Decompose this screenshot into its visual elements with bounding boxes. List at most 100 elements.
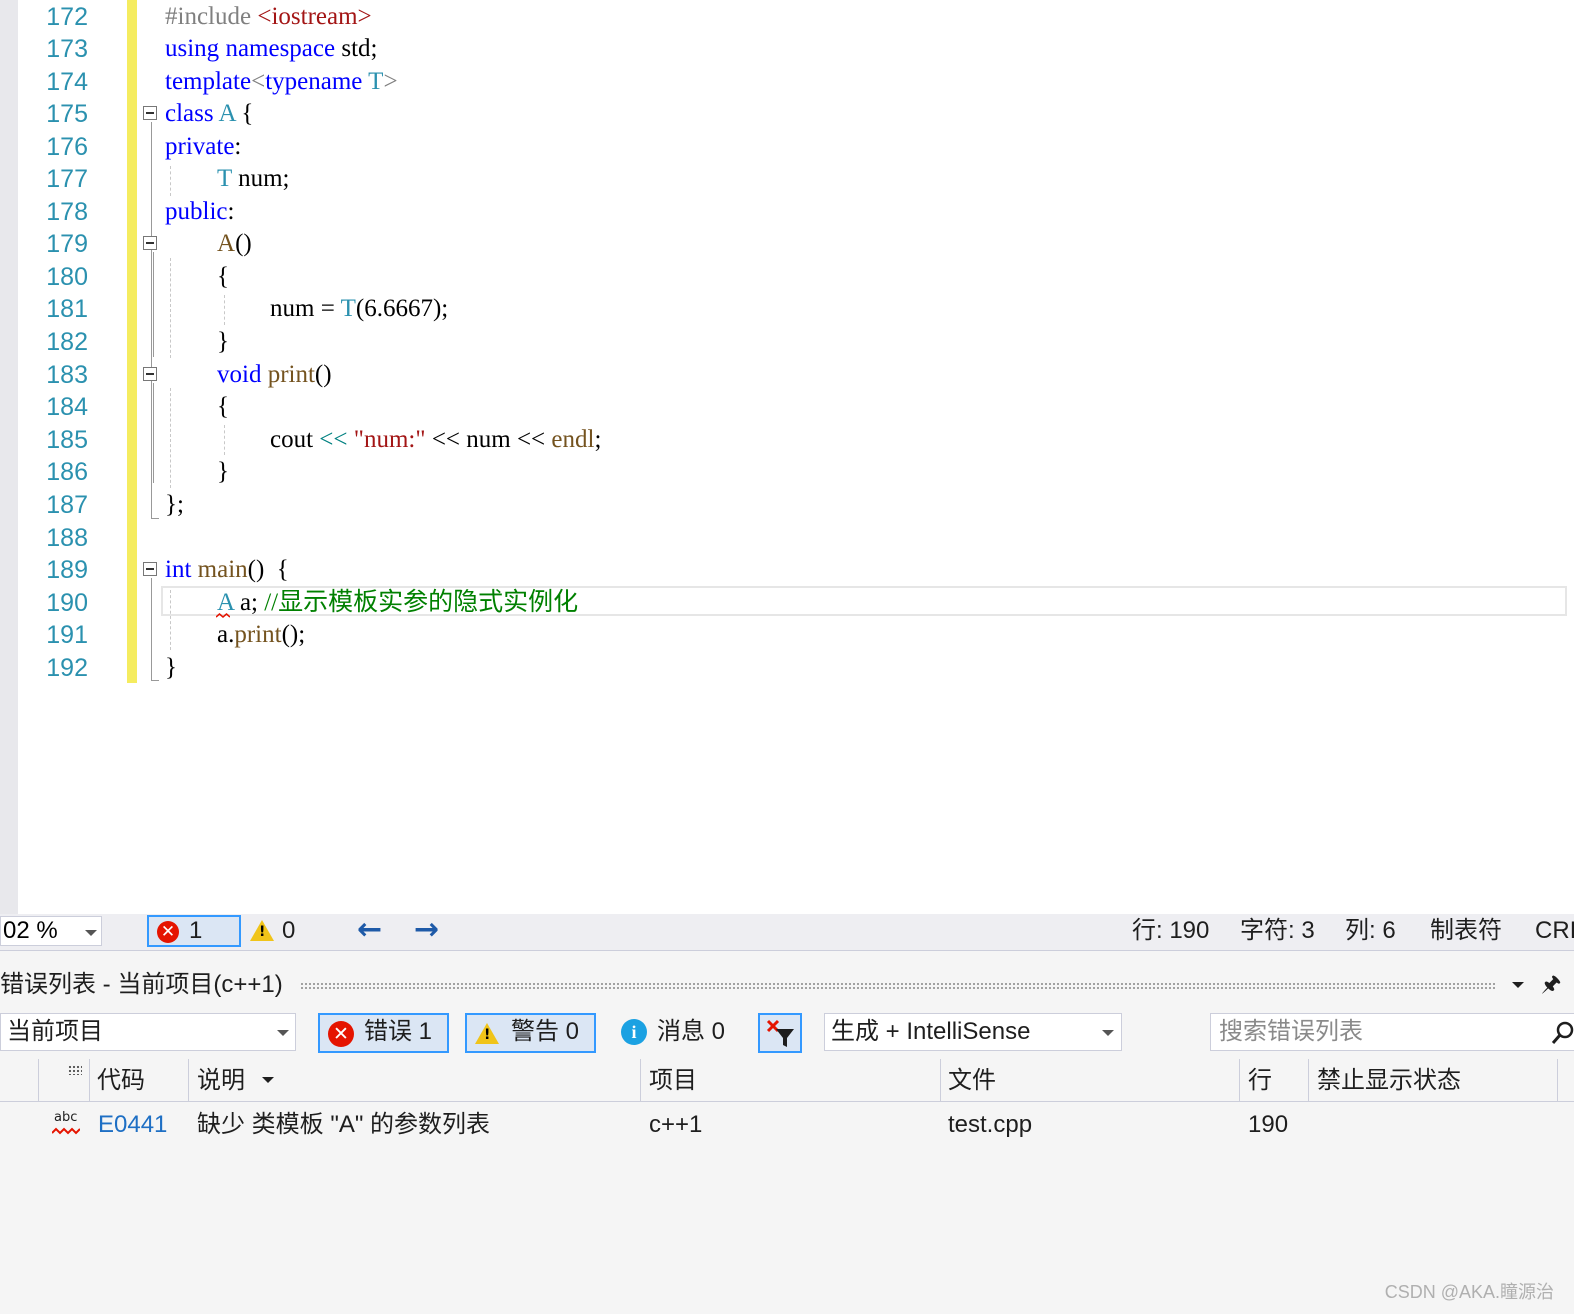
line-ending-indicator[interactable]: CRI (1535, 916, 1574, 946)
line-number: 192 (46, 654, 88, 682)
line-number: 180 (46, 263, 88, 291)
column-separator (1239, 1059, 1240, 1101)
error-code-link[interactable]: E0441 (98, 1103, 167, 1147)
code-text: #include <iostream> (165, 3, 372, 30)
code-editor[interactable]: 172 #include <iostream> 173 using namesp… (0, 0, 1574, 914)
code-text: void print() (217, 361, 332, 388)
line-number: 183 (46, 361, 88, 389)
code-line[interactable]: 173 using namespace std; (0, 33, 1574, 65)
tabs-indicator[interactable]: 制表符 (1430, 916, 1502, 946)
code-text: { (217, 393, 229, 420)
code-line[interactable]: 186 } (0, 456, 1574, 488)
column-options-icon[interactable] (68, 1065, 82, 1075)
search-input[interactable]: 搜索错误列表 (1210, 1013, 1574, 1051)
messages-filter-label: 消息 0 (657, 1018, 726, 1045)
panel-title-bar[interactable]: 错误列表 - 当前项目(c++1) 🖈 (0, 965, 1574, 1005)
build-filter-value: 生成 + IntelliSense (831, 1018, 1031, 1045)
code-text: int main() { (165, 556, 289, 583)
code-line[interactable]: 176 private: (0, 131, 1574, 163)
pin-icon[interactable]: 🖈 (1541, 968, 1561, 1000)
code-line-current[interactable]: 190 A a; //显示模板实参的隐式实例化 (0, 587, 1574, 619)
drag-grip[interactable] (300, 982, 1495, 989)
code-text: A() (217, 230, 252, 257)
zoom-dropdown[interactable]: 02 % (0, 916, 102, 946)
code-text: } (217, 328, 229, 355)
zoom-value: 02 % (3, 917, 58, 944)
error-count-button[interactable]: ✕ 1 (147, 915, 241, 947)
column-header-file[interactable]: 文件 (948, 1059, 996, 1101)
error-list-panel: 错误列表 - 当前项目(c++1) 🖈 当前项目 ✕ 错误 1 警告 0 i 消… (0, 951, 1574, 1314)
chevron-down-icon (1102, 1030, 1114, 1036)
error-count: 1 (189, 917, 203, 944)
sort-chevron-icon[interactable] (262, 1077, 274, 1083)
column-separator (89, 1059, 90, 1101)
warning-icon[interactable] (250, 920, 274, 941)
code-line[interactable]: 189 int main() { (0, 554, 1574, 586)
code-text: a.print(); (217, 621, 306, 648)
char-indicator[interactable]: 字符: 3 (1240, 916, 1315, 946)
code-line[interactable]: 188 (0, 522, 1574, 554)
scope-dropdown[interactable]: 当前项目 (0, 1013, 296, 1051)
column-header-code[interactable]: 代码 (97, 1059, 145, 1101)
column-indicator[interactable]: 列: 6 (1345, 916, 1396, 946)
code-line[interactable]: 182 } (0, 326, 1574, 358)
code-line[interactable]: 192 } (0, 652, 1574, 684)
code-line[interactable]: 177 T num; (0, 163, 1574, 195)
column-header-project[interactable]: 项目 (649, 1059, 697, 1101)
messages-filter-button[interactable]: i 消息 0 (617, 1013, 747, 1053)
line-indicator[interactable]: 行: 190 (1132, 916, 1209, 946)
search-icon[interactable] (1551, 1020, 1574, 1046)
column-header-description[interactable]: 说明 (197, 1059, 245, 1101)
errors-filter-button[interactable]: ✕ 错误 1 (318, 1013, 449, 1053)
error-description: 缺少 类模板 "A" 的参数列表 (197, 1111, 491, 1138)
warning-icon (475, 1023, 499, 1044)
panel-title: 错误列表 - 当前项目(c++1) (0, 971, 283, 998)
line-number: 178 (46, 198, 88, 226)
code-text: private: (165, 133, 242, 160)
column-header-suppression[interactable]: 禁止显示状态 (1317, 1059, 1461, 1101)
line-number: 191 (46, 621, 88, 649)
code-line[interactable]: 178 public: (0, 196, 1574, 228)
error-project: c++1 (649, 1111, 703, 1138)
filter-icon (766, 1019, 794, 1047)
table-row[interactable]: abc E0441 缺少 类模板 "A" 的参数列表 c++1 test.cpp… (0, 1103, 1574, 1147)
collapse-toggle-icon[interactable] (143, 562, 157, 576)
collapse-toggle-icon[interactable] (143, 236, 157, 250)
arrow-right-icon[interactable]: → (414, 915, 439, 945)
error-icon: ✕ (157, 921, 179, 943)
column-separator (940, 1059, 941, 1101)
collapse-toggle-icon[interactable] (143, 367, 157, 381)
code-line[interactable]: 179 A() (0, 228, 1574, 260)
line-number: 172 (46, 3, 88, 31)
editor-status-bar: 02 % ✕ 1 0 ← → 行: 190 字符: 3 列: 6 制表符 CRI (0, 914, 1574, 951)
line-number: 177 (46, 165, 88, 193)
code-line[interactable]: 183 void print() (0, 359, 1574, 391)
scope-value: 当前项目 (7, 1018, 103, 1045)
warnings-filter-button[interactable]: 警告 0 (465, 1013, 596, 1053)
code-text: public: (165, 198, 235, 225)
line-number: 174 (46, 68, 88, 96)
code-line[interactable]: 184 { (0, 391, 1574, 423)
chevron-down-icon[interactable] (1512, 982, 1524, 988)
warning-count[interactable]: 0 (282, 916, 295, 946)
build-filter-dropdown[interactable]: 生成 + IntelliSense (824, 1013, 1122, 1051)
code-line[interactable]: 191 a.print(); (0, 619, 1574, 651)
line-number: 190 (46, 589, 88, 617)
code-line[interactable]: 172 #include <iostream> (0, 1, 1574, 33)
code-line[interactable]: 174 template<typename T> (0, 66, 1574, 98)
code-line[interactable]: 187 }; (0, 489, 1574, 521)
line-number: 189 (46, 556, 88, 584)
column-separator (640, 1059, 641, 1101)
code-line[interactable]: 181 num = T(6.6667); (0, 293, 1574, 325)
error-file: test.cpp (948, 1111, 1033, 1138)
column-header-line[interactable]: 行 (1248, 1059, 1272, 1101)
filter-toggle-button[interactable] (758, 1013, 802, 1053)
code-line[interactable]: 185 cout << "num:" << num << endl; (0, 424, 1574, 456)
code-line[interactable]: 175 class A { (0, 98, 1574, 130)
code-text: }; (165, 491, 184, 518)
code-line[interactable]: 180 { (0, 261, 1574, 293)
search-placeholder: 搜索错误列表 (1219, 1018, 1363, 1045)
line-number: 176 (46, 133, 88, 161)
collapse-toggle-icon[interactable] (143, 106, 157, 120)
arrow-left-icon[interactable]: ← (357, 915, 382, 945)
